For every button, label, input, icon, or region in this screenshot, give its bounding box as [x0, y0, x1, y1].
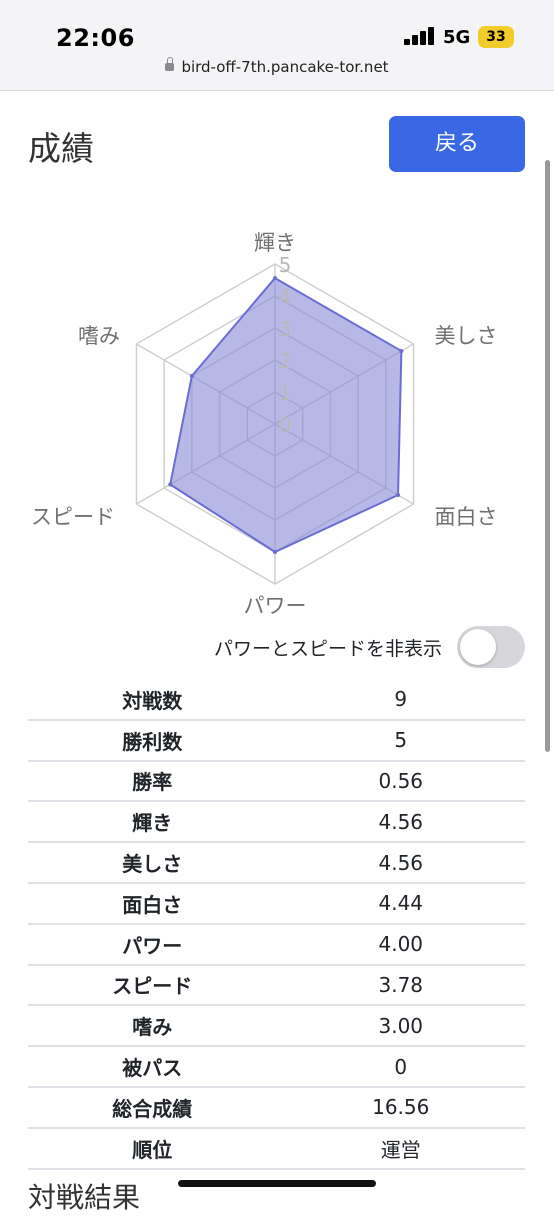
radar-tick-label: 2 [279, 349, 292, 373]
radar-chart: 0 1 2 3 4 5輝き美しさ面白さパワー スピード 嗜み [31, 231, 498, 618]
radar-data-point [273, 550, 277, 554]
stat-value: 4.56 [276, 842, 525, 884]
url-text: bird-off-7th.pancake-tor.net [181, 58, 389, 76]
status-time: 22:06 [56, 24, 135, 52]
hide-power-speed-toggle[interactable] [457, 626, 525, 668]
stat-label: 被パス [28, 1046, 277, 1088]
network-type: 5G [443, 27, 471, 48]
stat-label: 嗜み [28, 1005, 277, 1048]
stat-label: スピード [28, 964, 277, 1007]
signal-icon [404, 27, 436, 45]
stat-label: 面白さ [28, 882, 277, 925]
table-row: 順位 運営 [28, 1127, 525, 1170]
stat-value: 4.44 [276, 882, 525, 925]
table-row: 対戦数 9 [28, 680, 525, 721]
section-title: 対戦結果 [28, 1181, 141, 1214]
stat-value: 5 [276, 719, 525, 762]
stat-label: 美しさ [28, 842, 277, 884]
radar-axis-label: 輝き [254, 231, 296, 255]
stat-label: 対戦数 [28, 680, 277, 721]
stat-label: 勝利数 [28, 719, 277, 762]
radar-axis-label: スピード [31, 505, 115, 529]
table-row: 輝き 4.56 [28, 801, 525, 844]
stat-value: 運営 [276, 1127, 525, 1170]
radar-data-point [399, 349, 404, 354]
radar-axis-label: パワー [244, 594, 307, 618]
table-row: 嗜み 3.00 [28, 1005, 525, 1048]
toggle-knob [460, 629, 496, 665]
address-bar[interactable]: bird-off-7th.pancake-tor.net [0, 57, 554, 76]
stat-label: 勝率 [28, 760, 277, 803]
radar-tick-label: 4 [279, 285, 292, 309]
stat-label: 総合成績 [28, 1086, 277, 1129]
table-row: 勝率 0.56 [28, 760, 525, 803]
radar-axis-label: 美しさ [435, 324, 498, 348]
stat-label: パワー [28, 923, 277, 966]
lock-icon [165, 57, 175, 71]
status-bar: 22:06 5G 33 bird-off-7th.pancake-tor.net [0, 0, 554, 91]
radar-tick-label: 0 [279, 413, 292, 437]
stat-value: 16.56 [276, 1086, 525, 1129]
table-row: スピード 3.78 [28, 964, 525, 1007]
stat-value: 0 [276, 1046, 525, 1088]
back-button[interactable]: 戻る [389, 116, 525, 172]
radar-data-point [168, 482, 173, 487]
table-row: パワー 4.00 [28, 923, 525, 966]
stat-value: 4.56 [276, 801, 525, 844]
radar-axis-label: 嗜み [78, 324, 120, 348]
page-title: 成績 [28, 129, 94, 168]
stat-value: 4.00 [276, 923, 525, 966]
table-row: 面白さ 4.44 [28, 882, 525, 925]
radar-data-point [273, 276, 277, 281]
stat-value: 0.56 [276, 760, 525, 803]
stats-table: 対戦数 9 勝利数 5 勝率 0.56 輝き 4.56 美しさ 4.56 面白さ 4.44 パワー 4.0… [28, 680, 525, 1170]
stat-label: 順位 [28, 1127, 277, 1170]
table-row: 被パス 0 [28, 1046, 525, 1088]
hide-power-speed-row: パワーとスピードを非表示 [0, 622, 554, 672]
stat-value: 9 [276, 680, 525, 721]
radar-tick-label: 1 [279, 381, 292, 405]
radar-tick-label: 5 [279, 253, 292, 277]
table-row: 美しさ 4.56 [28, 842, 525, 884]
radar-data-point [396, 493, 401, 498]
battery-icon: 33 [478, 26, 514, 48]
radar-axis-label: 面白さ [435, 505, 498, 529]
radar-tick-label: 3 [279, 317, 292, 341]
toggle-label: パワーとスピードを非表示 [213, 638, 442, 660]
table-row: 総合成績 16.56 [28, 1086, 525, 1129]
home-indicator [178, 1180, 376, 1187]
table-row: 勝利数 5 [28, 719, 525, 762]
radar-data-point [189, 374, 194, 378]
stat-value: 3.78 [276, 964, 525, 1007]
stat-label: 輝き [28, 801, 277, 844]
stat-value: 3.00 [276, 1005, 525, 1048]
